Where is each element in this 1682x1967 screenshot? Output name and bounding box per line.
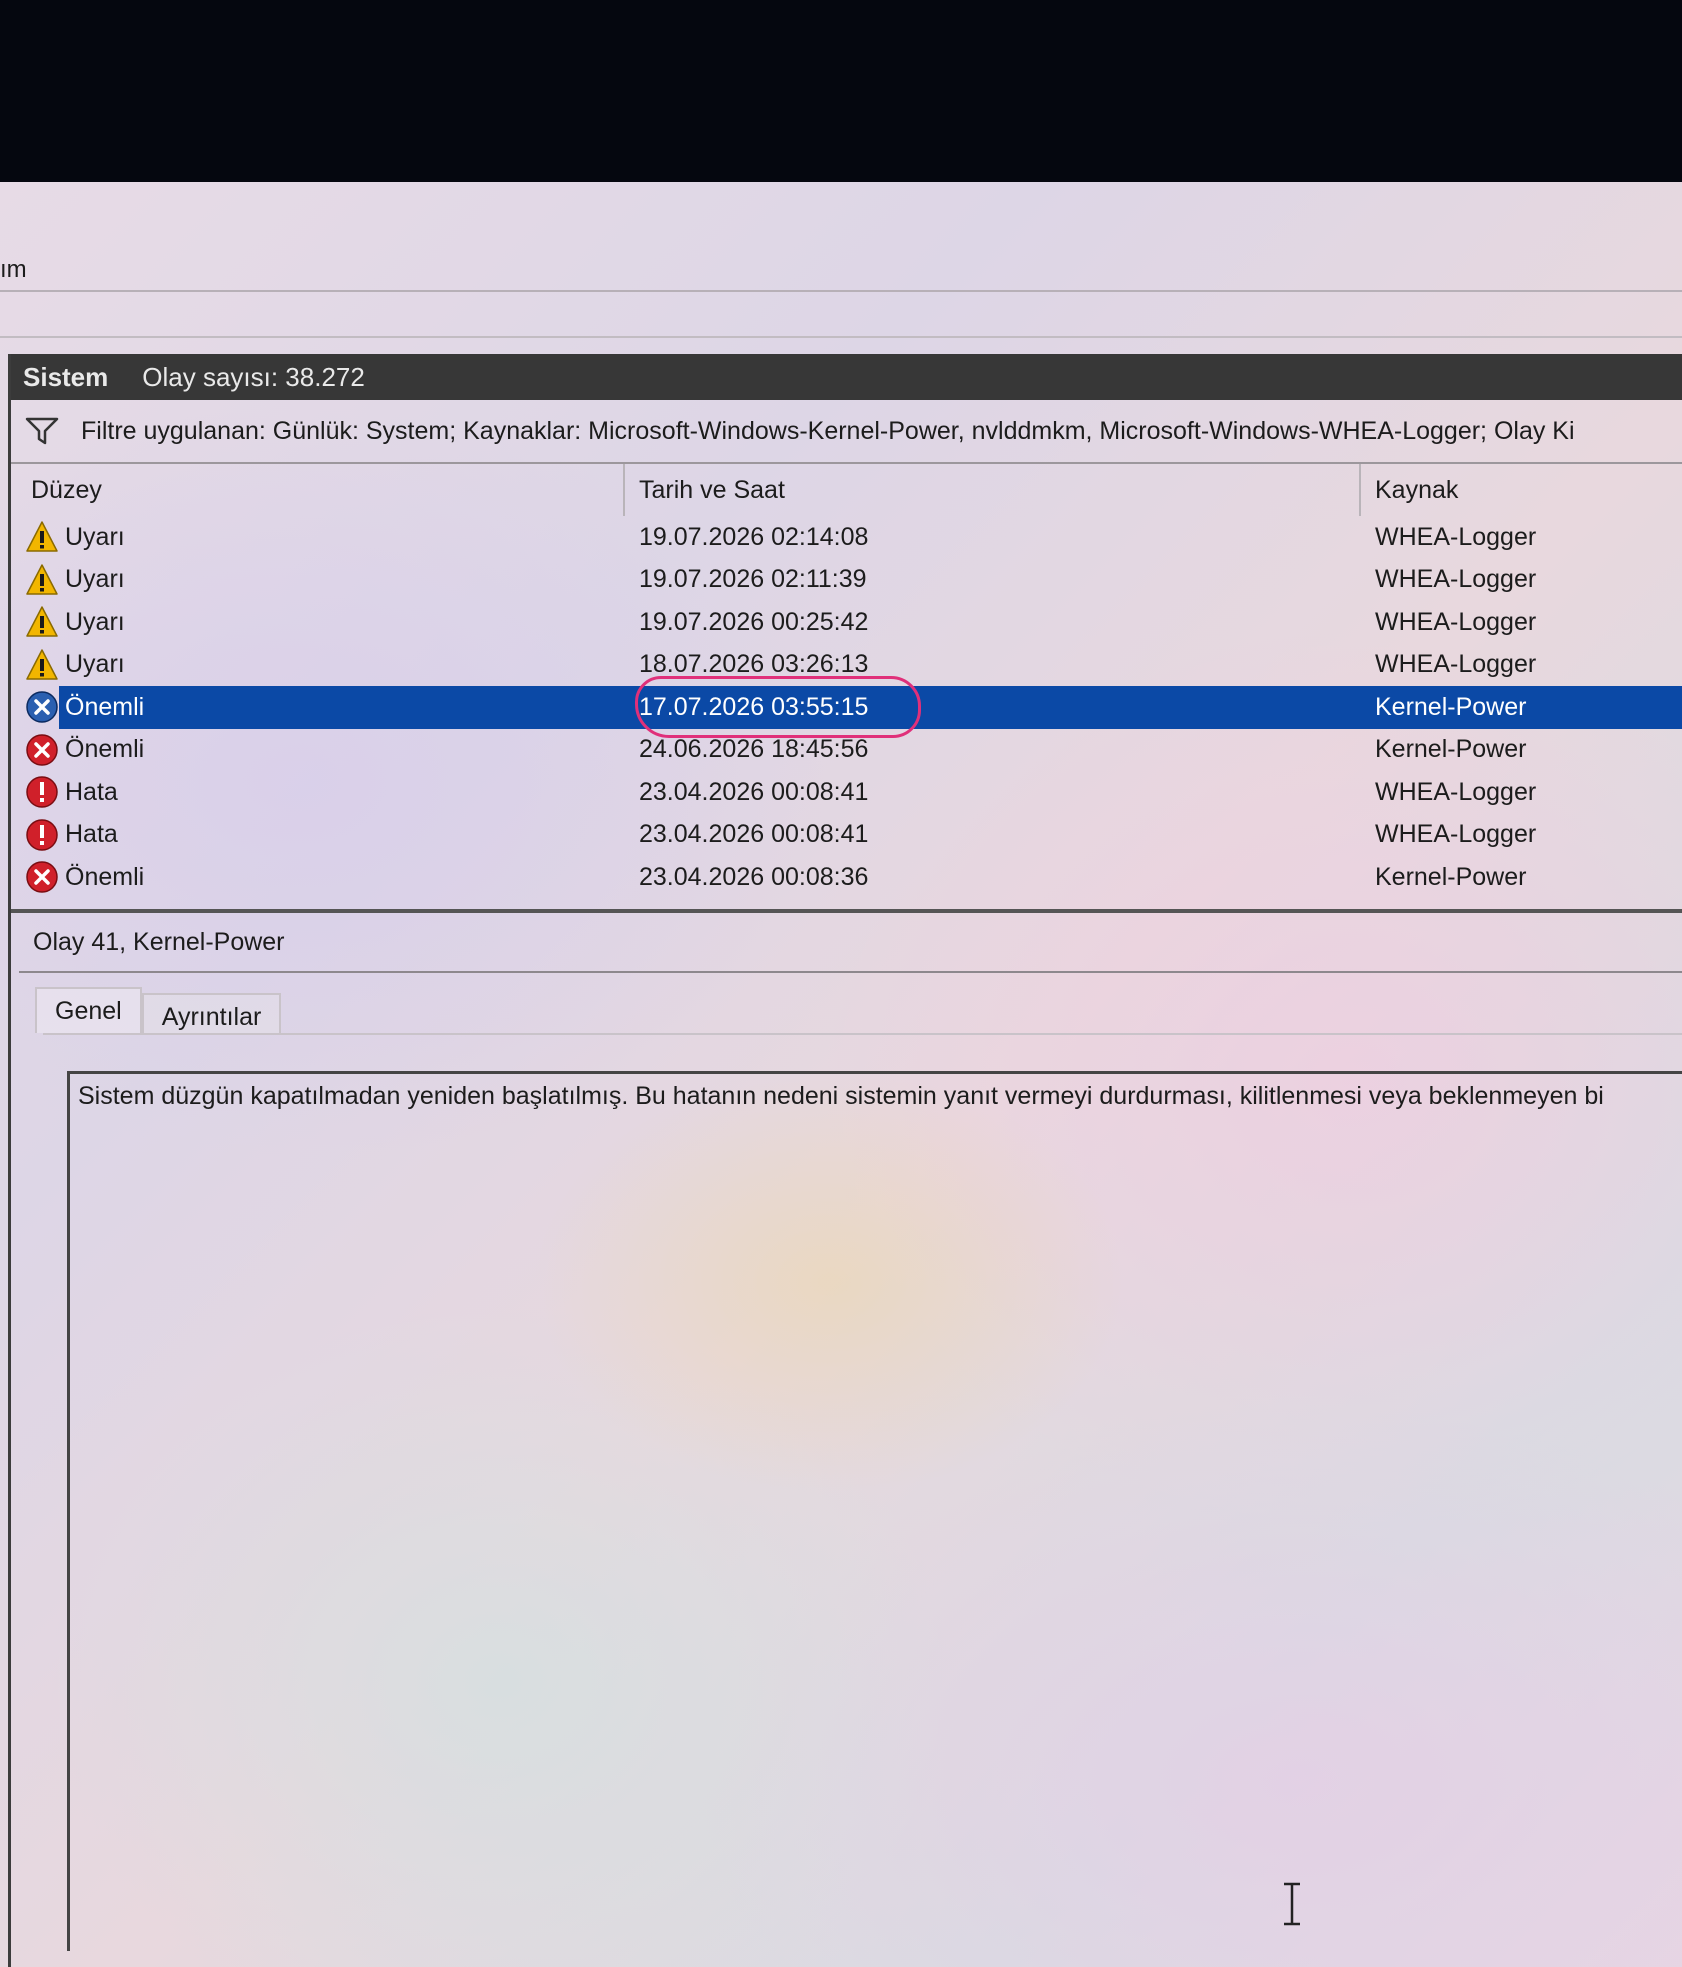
panel-header: Sistem Olay sayısı: 38.272: [11, 354, 1682, 400]
event-source: WHEA-Logger: [1375, 565, 1537, 594]
event-level-label: Uyarı: [65, 522, 125, 551]
event-description[interactable]: Sistem düzgün kapatılmadan yeniden başla…: [67, 1070, 1682, 1951]
event-level: Uyarı: [11, 563, 625, 597]
event-source: WHEA-Logger: [1375, 522, 1537, 551]
event-level-label: Önemli: [65, 692, 145, 721]
critical-icon: [25, 690, 59, 724]
event-date: 19.07.2026 02:11:39: [639, 565, 867, 594]
event-source: Kernel-Power: [1375, 692, 1527, 721]
column-header-source[interactable]: Kaynak: [1361, 464, 1682, 516]
tab-divider: [43, 1032, 1682, 1035]
critical-icon: [25, 733, 59, 767]
event-level-label: Hata: [65, 777, 118, 806]
event-source: WHEA-Logger: [1375, 607, 1537, 636]
event-date: 24.06.2026 18:45:56: [639, 735, 869, 764]
event-level: Önemli: [11, 690, 625, 724]
event-level: Hata: [11, 818, 625, 852]
menu-item-partial[interactable]: ım: [0, 256, 27, 283]
event-level: Uyarı: [11, 520, 625, 554]
event-row[interactable]: Önemli 24.06.2026 18:45:56 Kernel-Power: [11, 729, 1682, 772]
event-level: Önemli: [11, 733, 625, 767]
event-row[interactable]: Hata 23.04.2026 00:08:41 WHEA-Logger: [11, 814, 1682, 857]
column-header-level[interactable]: Düzey: [11, 464, 625, 516]
description-text: Sistem düzgün kapatılmadan yeniden başla…: [78, 1081, 1604, 1110]
list-header: Düzey Tarih ve Saat Kaynak: [11, 464, 1682, 516]
warning-icon: [25, 520, 59, 554]
event-level-label: Önemli: [65, 862, 145, 891]
event-level: Hata: [11, 775, 625, 809]
event-count: Olay sayısı: 38.272: [142, 362, 365, 392]
event-row[interactable]: Uyarı 18.07.2026 03:26:13 WHEA-Logger: [11, 644, 1682, 687]
event-details: Olay 41, Kernel-Power Genel Ayrıntılar S…: [11, 913, 1682, 1951]
event-level-label: Uyarı: [65, 607, 125, 636]
filter-text: Filtre uygulanan: Günlük: System; Kaynak…: [81, 416, 1575, 445]
event-date: 19.07.2026 02:14:08: [639, 522, 869, 551]
warning-icon: [25, 605, 59, 639]
event-list: Düzey Tarih ve Saat Kaynak Uyarı 19.07.20…: [11, 464, 1682, 913]
event-level: Uyarı: [11, 648, 625, 682]
toolbar: [0, 292, 1682, 338]
tab-general[interactable]: Genel: [35, 986, 142, 1033]
details-title: Olay 41, Kernel-Power: [19, 913, 1682, 973]
warning-icon: [25, 648, 59, 682]
event-level: Önemli: [11, 860, 625, 894]
event-rows: Uyarı 19.07.2026 02:14:08 WHEA-Logger Uyarı…: [11, 516, 1682, 899]
filter-icon: [25, 417, 59, 445]
event-date: 18.07.2026 03:26:13: [639, 650, 869, 679]
tab-details[interactable]: Ayrıntılar: [141, 992, 282, 1033]
event-row[interactable]: Uyarı 19.07.2026 02:11:39 WHEA-Logger: [11, 559, 1682, 602]
event-date: 23.04.2026 00:08:36: [639, 862, 869, 891]
event-row[interactable]: Önemli 23.04.2026 00:08:36 Kernel-Power: [11, 856, 1682, 899]
event-level-label: Hata: [65, 820, 118, 849]
event-level-label: Uyarı: [65, 650, 125, 679]
event-source: Kernel-Power: [1375, 735, 1527, 764]
event-row[interactable]: Uyarı 19.07.2026 02:14:08 WHEA-Logger: [11, 516, 1682, 559]
event-source: Kernel-Power: [1375, 862, 1527, 891]
event-date: 17.07.2026 03:55:15: [639, 692, 869, 721]
event-source: WHEA-Logger: [1375, 650, 1537, 679]
warning-icon: [25, 563, 59, 597]
event-date: 19.07.2026 00:25:42: [639, 607, 869, 636]
error-icon: [25, 775, 59, 809]
critical-icon: [25, 860, 59, 894]
event-log-panel: Sistem Olay sayısı: 38.272 Filtre uygula…: [8, 354, 1682, 1967]
event-row[interactable]: Hata 23.04.2026 00:08:41 WHEA-Logger: [11, 771, 1682, 814]
text-cursor-icon: [1284, 1882, 1300, 1926]
event-level-label: Uyarı: [65, 565, 125, 594]
log-title: Sistem: [23, 362, 109, 392]
menu-bar: ım: [0, 250, 1682, 292]
event-date: 23.04.2026 00:08:41: [639, 777, 869, 806]
monitor-screen: ım Sistem Olay sayısı: 38.272 Filtre uyg…: [0, 182, 1682, 1967]
event-row[interactable]: Uyarı 19.07.2026 00:25:42 WHEA-Logger: [11, 601, 1682, 644]
filter-bar: Filtre uygulanan: Günlük: System; Kaynak…: [11, 400, 1682, 464]
event-level-label: Önemli: [65, 735, 145, 764]
event-source: WHEA-Logger: [1375, 820, 1537, 849]
event-row[interactable]: Önemli 17.07.2026 03:55:15 Kernel-Power: [11, 686, 1682, 729]
column-header-date[interactable]: Tarih ve Saat: [625, 464, 1361, 516]
details-tabs: Genel Ayrıntılar: [11, 973, 1682, 1033]
event-date: 23.04.2026 00:08:41: [639, 820, 869, 849]
event-level: Uyarı: [11, 605, 625, 639]
event-source: WHEA-Logger: [1375, 777, 1537, 806]
error-icon: [25, 818, 59, 852]
